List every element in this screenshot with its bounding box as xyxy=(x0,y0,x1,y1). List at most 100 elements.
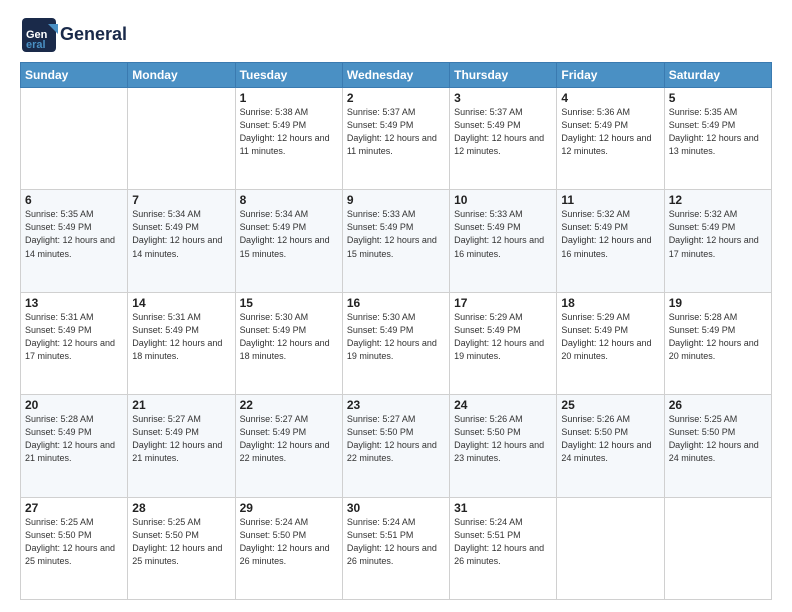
day-cell xyxy=(21,88,128,190)
day-cell: 1Sunrise: 5:38 AMSunset: 5:49 PMDaylight… xyxy=(235,88,342,190)
day-info: Sunrise: 5:29 AMSunset: 5:49 PMDaylight:… xyxy=(561,311,659,363)
day-info: Sunrise: 5:27 AMSunset: 5:50 PMDaylight:… xyxy=(347,413,445,465)
day-number: 21 xyxy=(132,398,230,412)
day-number: 12 xyxy=(669,193,767,207)
day-info: Sunrise: 5:26 AMSunset: 5:50 PMDaylight:… xyxy=(454,413,552,465)
day-info: Sunrise: 5:30 AMSunset: 5:49 PMDaylight:… xyxy=(347,311,445,363)
day-cell: 5Sunrise: 5:35 AMSunset: 5:49 PMDaylight… xyxy=(664,88,771,190)
day-number: 6 xyxy=(25,193,123,207)
day-cell: 19Sunrise: 5:28 AMSunset: 5:49 PMDayligh… xyxy=(664,292,771,394)
day-info: Sunrise: 5:35 AMSunset: 5:49 PMDaylight:… xyxy=(25,208,123,260)
weekday-header-tuesday: Tuesday xyxy=(235,63,342,88)
weekday-header-thursday: Thursday xyxy=(450,63,557,88)
day-number: 29 xyxy=(240,501,338,515)
day-info: Sunrise: 5:34 AMSunset: 5:49 PMDaylight:… xyxy=(240,208,338,260)
day-cell: 10Sunrise: 5:33 AMSunset: 5:49 PMDayligh… xyxy=(450,190,557,292)
day-cell: 23Sunrise: 5:27 AMSunset: 5:50 PMDayligh… xyxy=(342,395,449,497)
day-info: Sunrise: 5:25 AMSunset: 5:50 PMDaylight:… xyxy=(25,516,123,568)
day-cell: 27Sunrise: 5:25 AMSunset: 5:50 PMDayligh… xyxy=(21,497,128,599)
day-cell: 3Sunrise: 5:37 AMSunset: 5:49 PMDaylight… xyxy=(450,88,557,190)
day-info: Sunrise: 5:29 AMSunset: 5:49 PMDaylight:… xyxy=(454,311,552,363)
weekday-header-sunday: Sunday xyxy=(21,63,128,88)
svg-text:eral: eral xyxy=(26,39,46,51)
day-info: Sunrise: 5:35 AMSunset: 5:49 PMDaylight:… xyxy=(669,106,767,158)
weekday-header-wednesday: Wednesday xyxy=(342,63,449,88)
day-info: Sunrise: 5:30 AMSunset: 5:49 PMDaylight:… xyxy=(240,311,338,363)
day-cell: 22Sunrise: 5:27 AMSunset: 5:49 PMDayligh… xyxy=(235,395,342,497)
day-info: Sunrise: 5:24 AMSunset: 5:51 PMDaylight:… xyxy=(347,516,445,568)
day-info: Sunrise: 5:24 AMSunset: 5:51 PMDaylight:… xyxy=(454,516,552,568)
day-info: Sunrise: 5:28 AMSunset: 5:49 PMDaylight:… xyxy=(25,413,123,465)
day-number: 24 xyxy=(454,398,552,412)
day-cell: 9Sunrise: 5:33 AMSunset: 5:49 PMDaylight… xyxy=(342,190,449,292)
day-number: 9 xyxy=(347,193,445,207)
day-number: 30 xyxy=(347,501,445,515)
day-info: Sunrise: 5:27 AMSunset: 5:49 PMDaylight:… xyxy=(132,413,230,465)
day-number: 10 xyxy=(454,193,552,207)
day-number: 11 xyxy=(561,193,659,207)
day-info: Sunrise: 5:37 AMSunset: 5:49 PMDaylight:… xyxy=(454,106,552,158)
day-cell: 12Sunrise: 5:32 AMSunset: 5:49 PMDayligh… xyxy=(664,190,771,292)
day-cell: 17Sunrise: 5:29 AMSunset: 5:49 PMDayligh… xyxy=(450,292,557,394)
day-number: 3 xyxy=(454,91,552,105)
day-number: 31 xyxy=(454,501,552,515)
day-info: Sunrise: 5:26 AMSunset: 5:50 PMDaylight:… xyxy=(561,413,659,465)
calendar-page: Gen eral General Sunda xyxy=(0,0,792,612)
day-cell xyxy=(664,497,771,599)
day-cell xyxy=(128,88,235,190)
day-cell: 4Sunrise: 5:36 AMSunset: 5:49 PMDaylight… xyxy=(557,88,664,190)
week-row-1: 1Sunrise: 5:38 AMSunset: 5:49 PMDaylight… xyxy=(21,88,772,190)
day-number: 28 xyxy=(132,501,230,515)
day-number: 15 xyxy=(240,296,338,310)
day-cell: 30Sunrise: 5:24 AMSunset: 5:51 PMDayligh… xyxy=(342,497,449,599)
day-cell: 25Sunrise: 5:26 AMSunset: 5:50 PMDayligh… xyxy=(557,395,664,497)
day-number: 22 xyxy=(240,398,338,412)
day-number: 26 xyxy=(669,398,767,412)
day-cell: 28Sunrise: 5:25 AMSunset: 5:50 PMDayligh… xyxy=(128,497,235,599)
weekday-header-monday: Monday xyxy=(128,63,235,88)
day-number: 17 xyxy=(454,296,552,310)
day-cell: 24Sunrise: 5:26 AMSunset: 5:50 PMDayligh… xyxy=(450,395,557,497)
day-number: 1 xyxy=(240,91,338,105)
day-info: Sunrise: 5:33 AMSunset: 5:49 PMDaylight:… xyxy=(454,208,552,260)
day-cell: 8Sunrise: 5:34 AMSunset: 5:49 PMDaylight… xyxy=(235,190,342,292)
day-cell: 14Sunrise: 5:31 AMSunset: 5:49 PMDayligh… xyxy=(128,292,235,394)
weekday-header-row: SundayMondayTuesdayWednesdayThursdayFrid… xyxy=(21,63,772,88)
day-cell: 15Sunrise: 5:30 AMSunset: 5:49 PMDayligh… xyxy=(235,292,342,394)
day-number: 13 xyxy=(25,296,123,310)
logo-icon: Gen eral xyxy=(20,16,58,54)
day-number: 8 xyxy=(240,193,338,207)
day-info: Sunrise: 5:34 AMSunset: 5:49 PMDaylight:… xyxy=(132,208,230,260)
day-info: Sunrise: 5:32 AMSunset: 5:49 PMDaylight:… xyxy=(669,208,767,260)
day-cell: 18Sunrise: 5:29 AMSunset: 5:49 PMDayligh… xyxy=(557,292,664,394)
day-cell: 7Sunrise: 5:34 AMSunset: 5:49 PMDaylight… xyxy=(128,190,235,292)
day-number: 4 xyxy=(561,91,659,105)
day-info: Sunrise: 5:27 AMSunset: 5:49 PMDaylight:… xyxy=(240,413,338,465)
day-cell: 2Sunrise: 5:37 AMSunset: 5:49 PMDaylight… xyxy=(342,88,449,190)
day-info: Sunrise: 5:24 AMSunset: 5:50 PMDaylight:… xyxy=(240,516,338,568)
day-number: 23 xyxy=(347,398,445,412)
day-info: Sunrise: 5:25 AMSunset: 5:50 PMDaylight:… xyxy=(132,516,230,568)
day-cell: 11Sunrise: 5:32 AMSunset: 5:49 PMDayligh… xyxy=(557,190,664,292)
day-cell: 31Sunrise: 5:24 AMSunset: 5:51 PMDayligh… xyxy=(450,497,557,599)
logo-text: General xyxy=(60,25,127,45)
day-cell: 29Sunrise: 5:24 AMSunset: 5:50 PMDayligh… xyxy=(235,497,342,599)
day-number: 25 xyxy=(561,398,659,412)
day-cell: 16Sunrise: 5:30 AMSunset: 5:49 PMDayligh… xyxy=(342,292,449,394)
header: Gen eral General xyxy=(20,16,772,54)
day-number: 16 xyxy=(347,296,445,310)
day-number: 2 xyxy=(347,91,445,105)
day-number: 18 xyxy=(561,296,659,310)
day-info: Sunrise: 5:28 AMSunset: 5:49 PMDaylight:… xyxy=(669,311,767,363)
day-info: Sunrise: 5:33 AMSunset: 5:49 PMDaylight:… xyxy=(347,208,445,260)
day-info: Sunrise: 5:36 AMSunset: 5:49 PMDaylight:… xyxy=(561,106,659,158)
day-cell: 13Sunrise: 5:31 AMSunset: 5:49 PMDayligh… xyxy=(21,292,128,394)
day-info: Sunrise: 5:32 AMSunset: 5:49 PMDaylight:… xyxy=(561,208,659,260)
day-number: 20 xyxy=(25,398,123,412)
day-number: 27 xyxy=(25,501,123,515)
day-info: Sunrise: 5:31 AMSunset: 5:49 PMDaylight:… xyxy=(25,311,123,363)
calendar-table: SundayMondayTuesdayWednesdayThursdayFrid… xyxy=(20,62,772,600)
day-cell: 21Sunrise: 5:27 AMSunset: 5:49 PMDayligh… xyxy=(128,395,235,497)
day-cell: 26Sunrise: 5:25 AMSunset: 5:50 PMDayligh… xyxy=(664,395,771,497)
day-number: 5 xyxy=(669,91,767,105)
